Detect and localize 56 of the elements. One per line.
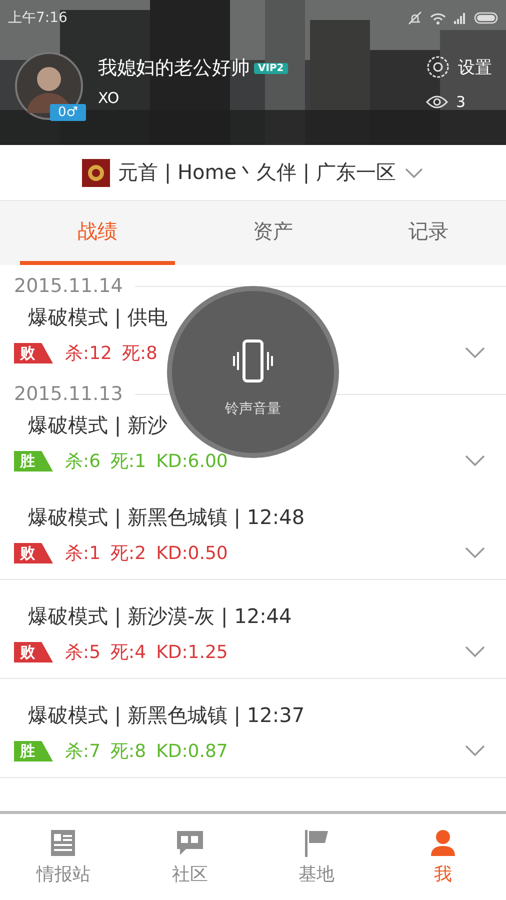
user-signature: XO xyxy=(98,89,120,107)
nav-item[interactable]: 我 xyxy=(380,814,506,900)
expand-icon[interactable] xyxy=(464,454,486,468)
kd-stat: KD:6.00 xyxy=(156,450,228,472)
tab[interactable]: 资产 xyxy=(195,201,351,265)
date-header: 2015.11.13 xyxy=(14,383,123,405)
muted-bell-icon xyxy=(408,11,422,25)
deaths-stat: 死:1 xyxy=(110,450,146,473)
expand-icon[interactable] xyxy=(464,346,486,360)
status-time: 上午7:16 xyxy=(8,9,68,27)
match-title: 爆破模式 | 新黑色城镇 | 12:37 xyxy=(28,702,305,729)
match-title: 爆破模式 | 供电 xyxy=(28,304,168,331)
deaths-stat: 死:4 xyxy=(110,641,146,664)
toast-label: 铃声音量 xyxy=(225,400,281,418)
user-name: 我媳妇的老公好帅 xyxy=(98,56,250,81)
gender-badge: 0♂ xyxy=(50,104,86,121)
chat-icon xyxy=(174,828,205,858)
nav-item[interactable]: 社区 xyxy=(126,814,253,900)
kills-stat: 杀:12 xyxy=(65,342,112,365)
team-emblem-icon xyxy=(82,158,110,186)
match-title: 爆破模式 | 新黑色城镇 | 12:48 xyxy=(28,504,305,531)
settings-button[interactable]: 设置 xyxy=(426,55,492,79)
result-badge: 胜 xyxy=(14,740,53,762)
tab[interactable]: 记录 xyxy=(350,201,506,265)
view-count: 3 xyxy=(456,93,466,111)
kd-stat: KD:0.87 xyxy=(156,740,228,762)
expand-icon[interactable] xyxy=(464,546,486,560)
chevron-down-icon xyxy=(404,166,424,178)
deaths-stat: 死:2 xyxy=(110,542,146,565)
nav-item[interactable]: 情报站 xyxy=(0,814,126,900)
expand-icon[interactable] xyxy=(464,645,486,659)
wifi-icon xyxy=(430,12,446,24)
result-badge: 败 xyxy=(14,642,53,662)
vibrate-icon xyxy=(230,338,276,384)
expand-icon[interactable] xyxy=(464,744,486,758)
nav-item[interactable]: 基地 xyxy=(253,814,380,900)
settings-icon xyxy=(426,55,450,79)
kd-stat: KD:0.50 xyxy=(156,542,228,564)
date-header: 2015.11.14 xyxy=(14,275,123,297)
kd-stat: KD:1.25 xyxy=(156,642,228,662)
kills-stat: 杀:6 xyxy=(65,450,101,473)
deaths-stat: 死:8 xyxy=(110,740,146,763)
battery-icon xyxy=(474,12,498,24)
match-title: 爆破模式 | 新沙 xyxy=(28,412,168,439)
result-badge: 败 xyxy=(14,342,53,364)
kills-stat: 杀:7 xyxy=(65,740,101,763)
match-title: 爆破模式 | 新沙漠-灰 | 12:44 xyxy=(28,603,292,630)
result-badge: 败 xyxy=(14,542,53,564)
kills-stat: 杀:1 xyxy=(65,542,101,565)
tab[interactable]: 战绩 xyxy=(20,201,176,265)
result-badge: 胜 xyxy=(14,450,53,472)
kills-stat: 杀:5 xyxy=(65,641,101,664)
signal-icon xyxy=(454,12,466,24)
deaths-stat: 死:8 xyxy=(122,342,158,365)
eye-icon xyxy=(426,94,448,110)
vip-badge: VIP2 xyxy=(254,62,288,74)
